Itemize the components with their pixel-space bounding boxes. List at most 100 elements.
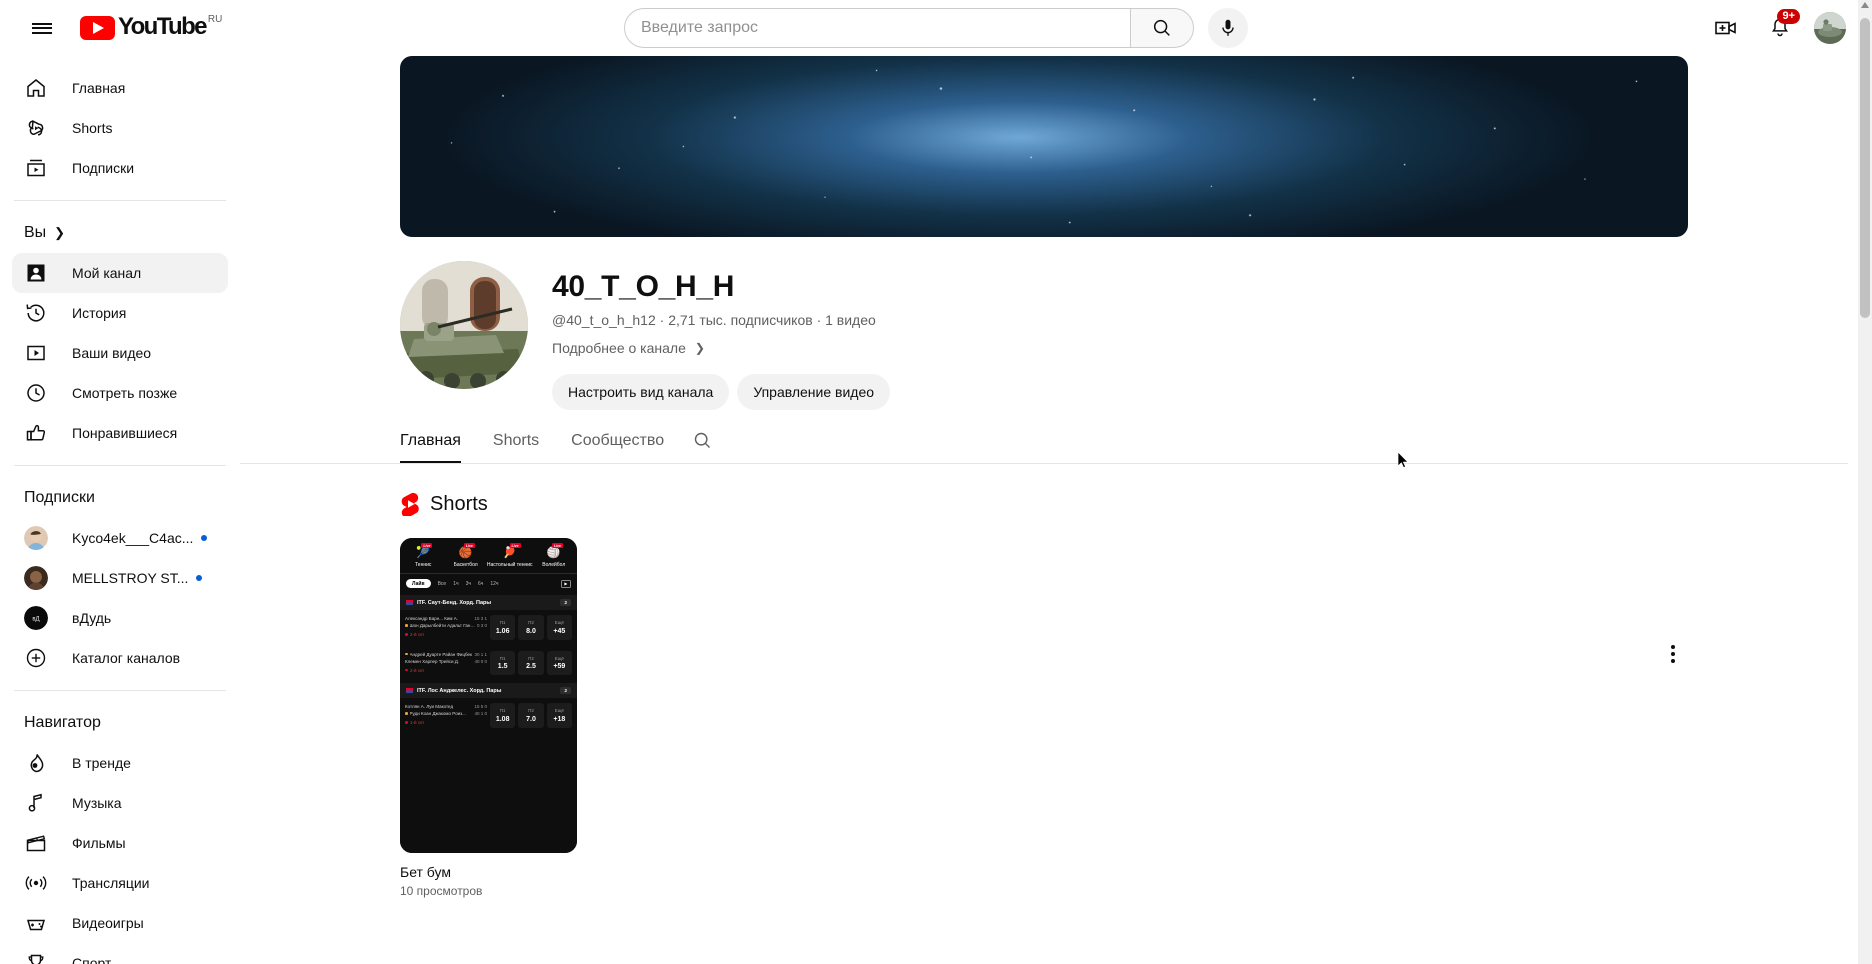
match-status-label: 2-й сет	[410, 667, 425, 673]
sidebar-item-label: MELLSTROY ST...	[72, 570, 189, 586]
tab-community[interactable]: Сообщество	[555, 432, 680, 462]
sport-category-label: Баскетбол	[453, 562, 478, 568]
time-filters: Лайв Все 1ч 3ч 6ч 12ч ▶	[400, 574, 577, 593]
sidebar-item-watch-later[interactable]: Смотреть позже	[12, 373, 228, 413]
short-thumbnail[interactable]: 🎾 Live Теннис 🏀 Live Баскетбол 🏓 Live На…	[400, 538, 577, 853]
shorts-shelf-header: Shorts	[240, 464, 1848, 518]
sidebar-item-shorts[interactable]: Shorts	[12, 108, 228, 148]
odd-cell: П1 1.06	[490, 615, 516, 640]
new-content-dot	[196, 575, 203, 581]
scrollbar-thumb[interactable]	[1860, 18, 1870, 318]
live-badge: Live	[421, 543, 433, 548]
sidebar-item-label: Мой канал	[72, 265, 142, 281]
youtube-logo[interactable]: YouTube RU	[80, 14, 222, 40]
search-button[interactable]	[1130, 8, 1194, 48]
search-icon	[1153, 19, 1170, 36]
sidebar-item-history[interactable]: История	[12, 293, 228, 333]
league-name: ITF. Лос Анджелес. Хорд. Пары	[417, 687, 502, 694]
person-icon	[24, 261, 48, 285]
create-video-button[interactable]	[1706, 8, 1746, 48]
odd-key: Ещё	[554, 708, 564, 713]
sidebar-item-label: Kyco4ek___C4ac...	[72, 530, 194, 546]
gaming-icon	[24, 911, 48, 935]
sidebar-item-liked-videos[interactable]: Понравившиеся	[12, 413, 228, 453]
sidebar-item-sports[interactable]: Спорт	[12, 943, 228, 964]
sidebar-item-label: Фильмы	[72, 835, 126, 851]
tab-home[interactable]: Главная	[400, 432, 477, 463]
sidebar-item-my-channel[interactable]: Мой канал	[12, 253, 228, 293]
sidebar-section-subscriptions: Подписки	[0, 478, 240, 518]
manage-videos-button[interactable]: Управление видео	[737, 374, 891, 410]
sidebar-divider	[14, 465, 226, 466]
match-teams: Александр Барн... Ким А. 15 3 1 Шон Дары…	[405, 615, 487, 640]
customize-channel-button[interactable]: Настроить вид канала	[552, 374, 730, 410]
tab-shorts[interactable]: Shorts	[477, 432, 555, 462]
sidebar-item-label: История	[72, 305, 127, 321]
sidebar-item-label: Спорт	[72, 955, 112, 964]
channel-about-link[interactable]: Подробнее о канале ❯	[552, 340, 890, 356]
odd-value: 8.0	[526, 627, 536, 635]
odd-key: Ещё	[554, 655, 564, 661]
youtube-play-icon	[80, 16, 115, 40]
search-input[interactable]	[641, 19, 1114, 37]
team-row: Клемен Харпер Трейси Д. 40 0 0	[405, 658, 487, 665]
team-row: Шон Дарылбейти Адальт Ганасан 0 3 0	[405, 622, 487, 629]
shorts-shelf-title: Shorts	[430, 492, 488, 515]
odd-value: +18	[553, 715, 566, 723]
sidebar-item-subscriptions[interactable]: Подписки	[12, 148, 228, 188]
page-scrollbar[interactable]	[1858, 0, 1872, 964]
channel-avatar	[24, 526, 48, 550]
notifications-button[interactable]: 9+	[1760, 8, 1800, 48]
odd-key: Ещё	[554, 620, 564, 625]
shorts-icon	[24, 116, 48, 140]
hamburger-icon[interactable]	[18, 4, 66, 52]
sidebar-item-movies[interactable]: Фильмы	[12, 823, 228, 863]
thumbs-up-icon	[24, 421, 48, 445]
league-header: ITF. Саут-Бенд. Хорд. Пары 2	[400, 595, 577, 610]
channel-search-button[interactable]	[692, 430, 713, 463]
sidebar-subscription-1[interactable]: Kyco4ek___C4ac...	[12, 518, 228, 558]
sidebar-subscription-3[interactable]: вД вДудь	[12, 598, 228, 638]
masthead-center	[340, 8, 1532, 48]
sidebar-item-music[interactable]: Музыка	[12, 783, 228, 823]
search-box	[624, 8, 1194, 48]
odd-cell: Ещё +45	[546, 615, 572, 640]
sport-category: 🏓 Live Настольный теннис	[487, 543, 533, 568]
channel-banner[interactable]	[400, 56, 1688, 237]
masthead: YouTube RU Введите запрос 9+	[0, 0, 1872, 56]
avatar[interactable]	[1814, 12, 1846, 44]
sidebar-item-label: Shorts	[72, 120, 113, 136]
new-content-dot	[201, 535, 208, 541]
odd-cell: П2 7.0	[518, 703, 544, 728]
sidebar-item-live[interactable]: Трансляции	[12, 863, 228, 903]
sidebar[interactable]: Главная Shorts Подписки Вы ❯ Мой канал И…	[0, 56, 240, 964]
mouse-cursor	[1398, 452, 1409, 469]
short-card[interactable]: 🎾 Live Теннис 🏀 Live Баскетбол 🏓 Live На…	[400, 538, 577, 898]
odd-cell: П2 2.5	[518, 650, 544, 675]
sidebar-item-label: Каталог каналов	[72, 650, 181, 666]
search-input-wrapper[interactable]	[624, 8, 1130, 48]
match-status: 2-й сет	[405, 632, 487, 637]
sidebar-item-your-videos[interactable]: Ваши видео	[12, 333, 228, 373]
tv-icon: ▶	[560, 579, 571, 588]
match-status: 1-й сет	[405, 720, 487, 725]
channel-avatar	[24, 566, 48, 590]
voice-search-button[interactable]	[1208, 8, 1248, 48]
sidebar-item-trending[interactable]: В тренде	[12, 743, 228, 783]
league-match-count: 2	[560, 599, 571, 606]
masthead-left: YouTube RU	[0, 4, 340, 52]
sidebar-section-explore: Навигатор	[0, 703, 240, 743]
notifications-badge: 9+	[1777, 9, 1800, 24]
sidebar-item-gaming[interactable]: Видеоигры	[12, 903, 228, 943]
odd-key: П1	[499, 708, 506, 713]
serve-dot	[405, 652, 408, 656]
sidebar-item-home[interactable]: Главная	[12, 68, 228, 108]
sidebar-subscription-2[interactable]: MELLSTROY ST...	[12, 558, 228, 598]
match-odds: П1 1.5 П2 2.5 Ещё +59	[490, 650, 572, 675]
kebab-menu-icon[interactable]	[1653, 634, 1693, 674]
sidebar-section-you[interactable]: Вы ❯	[0, 213, 240, 253]
banner-stars	[400, 56, 1688, 237]
channel-avatar[interactable]	[400, 261, 528, 389]
sidebar-item-browse-channels[interactable]: Каталог каналов	[12, 638, 228, 678]
scroll-up-arrow-icon[interactable]	[1861, 2, 1869, 8]
